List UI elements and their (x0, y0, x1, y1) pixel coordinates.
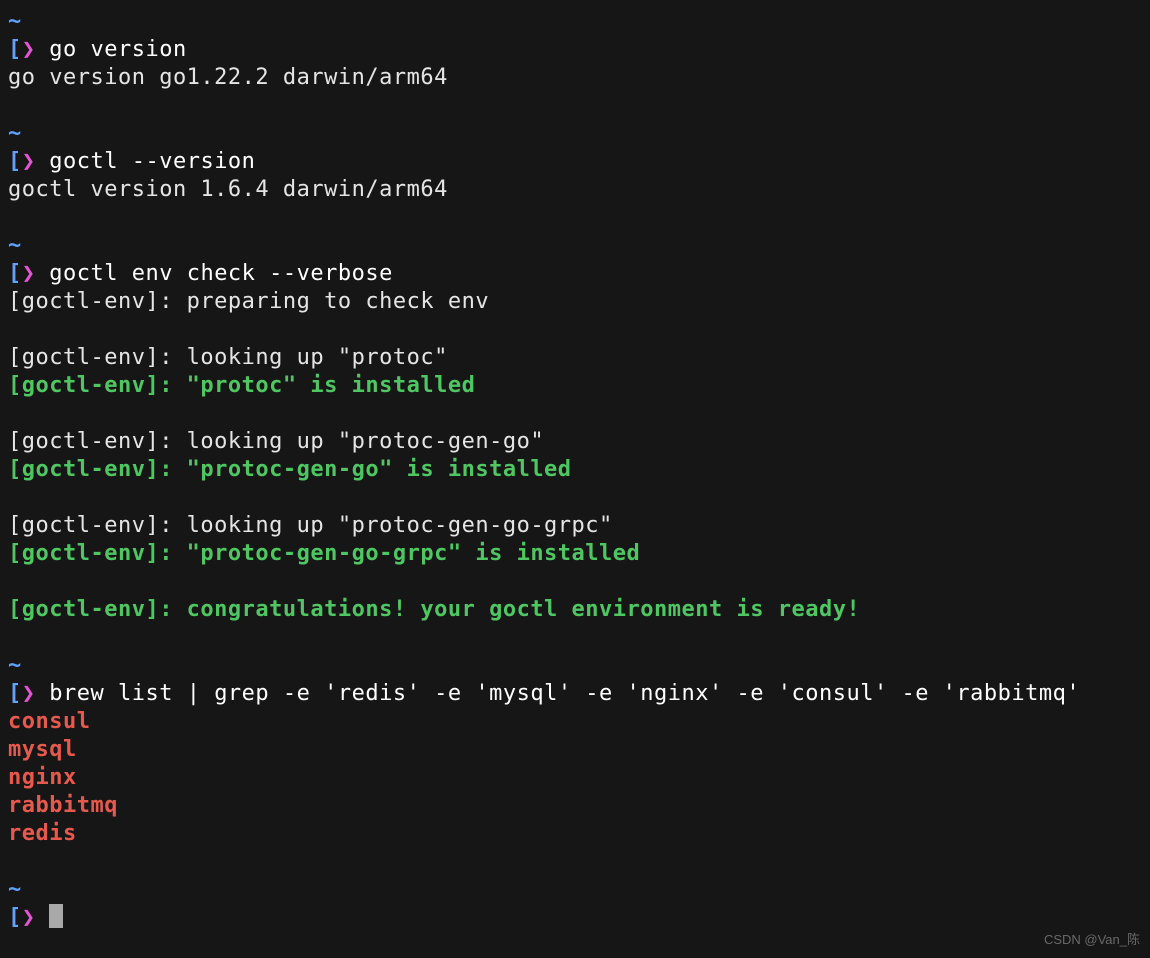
prompt-arrow-icon: ❯ (22, 681, 36, 706)
command-text: brew list | grep -e 'redis' -e 'mysql' -… (49, 681, 1080, 706)
output-line: [goctl-env]: looking up "protoc-gen-go-g… (8, 512, 1142, 540)
prompt-tilde: ~ (8, 121, 22, 146)
output-line: [goctl-env]: congratulations! your goctl… (8, 596, 1142, 624)
blank-line (8, 848, 1142, 876)
blank-line (8, 92, 1142, 120)
prompt-tilde: ~ (8, 233, 22, 258)
prompt-tilde: ~ (8, 877, 22, 902)
prompt-arrow-icon: ❯ (22, 905, 36, 930)
output-line: [goctl-env]: preparing to check env (8, 288, 1142, 316)
watermark: CSDN @Van_陈 (1044, 929, 1140, 948)
output-line: go version go1.22.2 darwin/arm64 (8, 64, 1142, 92)
prompt-bracket: [ (8, 37, 22, 62)
command-text: goctl env check --verbose (49, 261, 393, 286)
output-line: rabbitmq (8, 792, 1142, 820)
output-line (8, 316, 1142, 344)
blank-line (8, 624, 1142, 652)
prompt-bracket: [ (8, 261, 22, 286)
prompt-arrow-icon: ❯ (22, 149, 36, 174)
output-line: goctl version 1.6.4 darwin/arm64 (8, 176, 1142, 204)
output-line: [goctl-env]: "protoc-gen-go-grpc" is ins… (8, 540, 1142, 568)
output-line: redis (8, 820, 1142, 848)
output-line: mysql (8, 736, 1142, 764)
prompt-arrow-icon: ❯ (22, 261, 36, 286)
output-line (8, 484, 1142, 512)
output-line: [goctl-env]: looking up "protoc-gen-go" (8, 428, 1142, 456)
blank-line (8, 204, 1142, 232)
output-line: [goctl-env]: "protoc-gen-go" is installe… (8, 456, 1142, 484)
cursor (49, 904, 63, 928)
output-line: [goctl-env]: looking up "protoc" (8, 344, 1142, 372)
output-line (8, 400, 1142, 428)
terminal-output[interactable]: ~[❯ go versiongo version go1.22.2 darwin… (0, 0, 1150, 940)
command-text: goctl --version (49, 149, 255, 174)
output-line: nginx (8, 764, 1142, 792)
prompt-tilde: ~ (8, 653, 22, 678)
command-text: go version (49, 37, 186, 62)
prompt-arrow-icon: ❯ (22, 37, 36, 62)
output-line (8, 568, 1142, 596)
prompt-bracket: [ (8, 681, 22, 706)
output-line: consul (8, 708, 1142, 736)
output-line: [goctl-env]: "protoc" is installed (8, 372, 1142, 400)
prompt-bracket: [ (8, 905, 22, 930)
prompt-bracket: [ (8, 149, 22, 174)
prompt-tilde: ~ (8, 9, 22, 34)
